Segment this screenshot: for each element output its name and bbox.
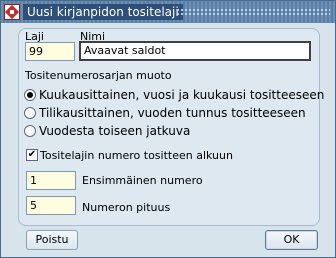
- laji-input[interactable]: 99: [25, 42, 75, 61]
- radio-monthly-label: Kuukausittainen, vuosi ja kuukausi tosit…: [39, 88, 325, 102]
- radio-fiscal-period-label: Tilikausittainen, vuoden tunnus tosittee…: [39, 106, 306, 120]
- nimi-input[interactable]: Avaavat saldot: [79, 41, 311, 61]
- first-number-input[interactable]: 1: [26, 171, 76, 190]
- dialog-window: Uusi kirjanpidon tositelaji Laji 99 Nimi…: [0, 0, 336, 258]
- delete-button[interactable]: Poistu: [26, 230, 78, 250]
- title-bar[interactable]: Uusi kirjanpidon tositelaji: [1, 1, 335, 23]
- radio-continuous-label: Vuodesta toiseen jatkuva: [39, 124, 191, 138]
- number-length-input[interactable]: 5: [26, 196, 76, 215]
- radio-monthly[interactable]: [24, 89, 36, 101]
- ok-button[interactable]: OK: [265, 230, 318, 250]
- prefix-checkbox[interactable]: ✔: [26, 149, 38, 161]
- radio-continuous[interactable]: [24, 125, 36, 137]
- prefix-checkbox-label: Tositelajin numero tositteen alkuun: [40, 149, 233, 162]
- title-bar-grip: [176, 8, 330, 16]
- numbering-group-label: Tositenumerosarjan muoto: [25, 69, 172, 82]
- number-length-label: Numeron pituus: [82, 201, 171, 214]
- window-title: Uusi kirjanpidon tositelaji: [23, 4, 183, 20]
- first-number-label: Ensimmäinen numero: [82, 174, 203, 187]
- radio-fiscal-period[interactable]: [24, 107, 36, 119]
- app-logo-icon: [4, 4, 20, 20]
